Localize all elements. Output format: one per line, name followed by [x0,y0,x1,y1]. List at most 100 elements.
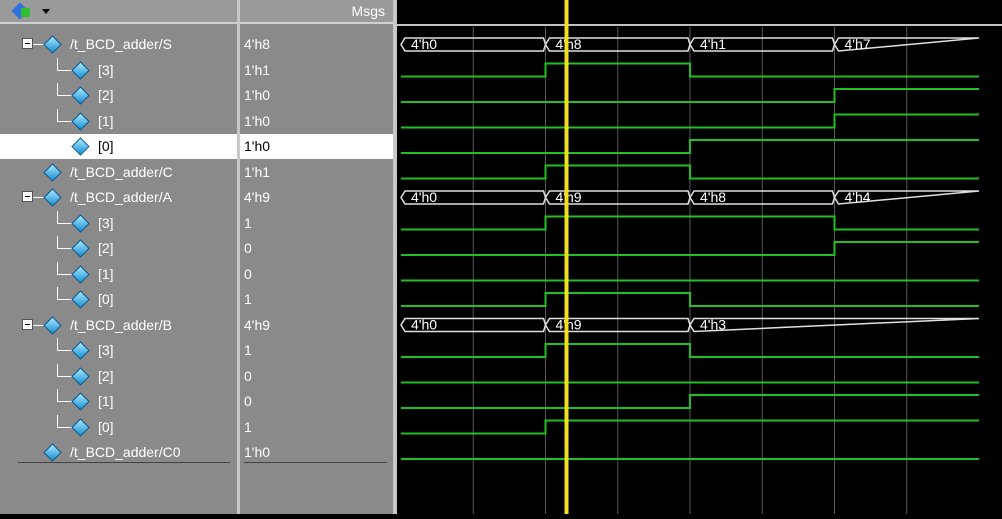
value-row[interactable]: 1'h1 [240,160,393,185]
signal-name: [3] [98,214,114,231]
signal-name: [1] [98,393,114,409]
bus-value-label: 4'h7 [845,36,871,52]
dropdown-arrow-icon[interactable] [42,9,50,14]
signal-row[interactable]: /t_BCD_adder/C [0,160,237,185]
bus-value-label: 4'h8 [700,189,726,205]
signal-value: 1 [244,291,252,307]
collapse-icon[interactable] [22,38,33,49]
signal-diamond-icon [43,188,62,207]
msgs-label: Msgs [351,3,385,19]
signal-row[interactable]: [2] [0,83,237,108]
bus-value-label: 4'h3 [700,317,726,333]
signal-diamond-icon [71,264,90,284]
bit-waveform [401,164,979,180]
signal-name: [0] [98,291,114,307]
signal-value: 1 [244,418,252,435]
bit-waveform [401,292,979,307]
signal-values-pane: Msgs 4'h8 1'h1 1'h0 1'h0 1'h0 1'h1 4'h9 1 0 0 1 4'h… [240,0,393,514]
signal-value: 0 [244,393,252,409]
wave-signals-icon[interactable] [11,2,32,20]
signal-diamond-icon [43,315,62,335]
signal-diamond-icon [71,290,90,309]
signal-row[interactable]: /t_BCD_adder/S [0,32,237,57]
signal-name: [2] [98,87,114,103]
signal-diamond-icon [71,392,90,411]
signal-value: 1'h0 [244,138,271,154]
signal-value: 0 [244,265,252,282]
signal-value: 1'h0 [244,87,271,103]
value-row[interactable]: 1 [240,211,393,236]
signal-row[interactable]: /t_BCD_adder/B [0,313,237,338]
value-row[interactable]: 4'h8 [240,32,393,57]
signal-value: 4'h9 [244,316,271,333]
collapse-icon[interactable] [22,191,33,202]
value-row[interactable]: 0 [240,364,393,389]
value-row[interactable]: 0 [240,389,393,414]
value-row[interactable]: 1'h0 [240,109,393,134]
signal-name: [1] [98,265,114,282]
signal-row[interactable]: [1] [0,261,237,287]
signal-name: /t_BCD_adder/B [70,316,172,333]
value-row[interactable]: 0 [240,262,393,287]
bus-value-label: 4'h9 [556,189,582,205]
signal-name: [0] [98,138,114,154]
waveform-pane[interactable]: 4'h0 4'h8 4'h1 4'h7 4'h0 4'h9 4'h8 4'h4 4'h0 4'h9… [397,0,1002,514]
signal-row[interactable]: [0] [0,414,237,440]
signal-diamond-icon [71,86,90,105]
signal-name: [1] [98,112,114,129]
signal-diamond-icon [71,111,90,131]
signal-diamond-icon [71,341,90,360]
signal-diamond-icon [43,35,62,54]
signal-diamond-icon [71,366,90,386]
signal-diamond-icon [71,417,90,437]
signal-name: [2] [98,240,114,256]
names-header [0,0,237,24]
values-header: Msgs [240,0,393,24]
signal-row[interactable]: /t_BCD_adder/A [0,185,237,210]
signal-value: 1'h1 [244,163,271,180]
signal-row[interactable]: [0] [0,134,237,159]
signal-names-pane: /t_BCD_adder/S [3] [2] [1] [0] /t_BCD_adder/C… [0,0,237,514]
signal-row[interactable]: [1] [0,108,237,134]
value-row[interactable]: 1 [240,415,393,440]
bus-value-label: 4'h0 [411,317,437,333]
signal-row[interactable]: [3] [0,210,237,236]
signal-value: 1'h1 [244,61,271,78]
signal-row[interactable]: [1] [0,389,237,414]
row-divider [18,462,230,463]
bit-waveform [401,139,979,154]
value-row[interactable]: 1 [240,287,393,312]
wave-header [397,0,1002,24]
value-row[interactable]: 1'h0 [240,83,393,108]
signal-row[interactable]: [0] [0,287,237,312]
bus-value-label: 4'h0 [411,36,437,52]
signal-row[interactable]: [3] [0,57,237,83]
value-row[interactable]: 4'h9 [240,185,393,210]
signal-name: /t_BCD_adder/C [70,163,173,180]
value-row[interactable]: 0 [240,236,393,261]
bus-value-label: 4'h9 [556,317,582,333]
waveform-canvas[interactable]: 4'h0 4'h8 4'h1 4'h7 4'h0 4'h9 4'h8 4'h4 4'h0 4'h9… [397,0,1002,514]
signal-diamond-icon [71,137,90,156]
value-row[interactable]: 1 [240,338,393,363]
signal-row[interactable]: [2] [0,363,237,389]
value-row[interactable]: 1'h0 [240,134,393,159]
signal-row[interactable]: [3] [0,338,237,363]
signal-value: 1 [244,342,252,358]
bus-value-label: 4'h8 [556,36,582,52]
signal-value: 4'h9 [244,189,271,205]
collapse-icon[interactable] [22,318,33,330]
bit-waveform [401,394,979,409]
signal-value: 1'h0 [244,112,271,129]
signal-name: [2] [98,367,114,384]
signal-diamond-icon [71,213,90,233]
bit-waveform [401,343,979,358]
signal-value: 1 [244,214,252,231]
signal-diamond-icon [43,443,62,462]
value-row[interactable]: 1'h1 [240,58,393,83]
signal-value: 0 [244,240,252,256]
signal-row[interactable]: [2] [0,236,237,261]
bus-value-label: 4'h1 [700,36,726,52]
value-row[interactable]: 4'h9 [240,313,393,338]
signal-value: 0 [244,367,252,384]
